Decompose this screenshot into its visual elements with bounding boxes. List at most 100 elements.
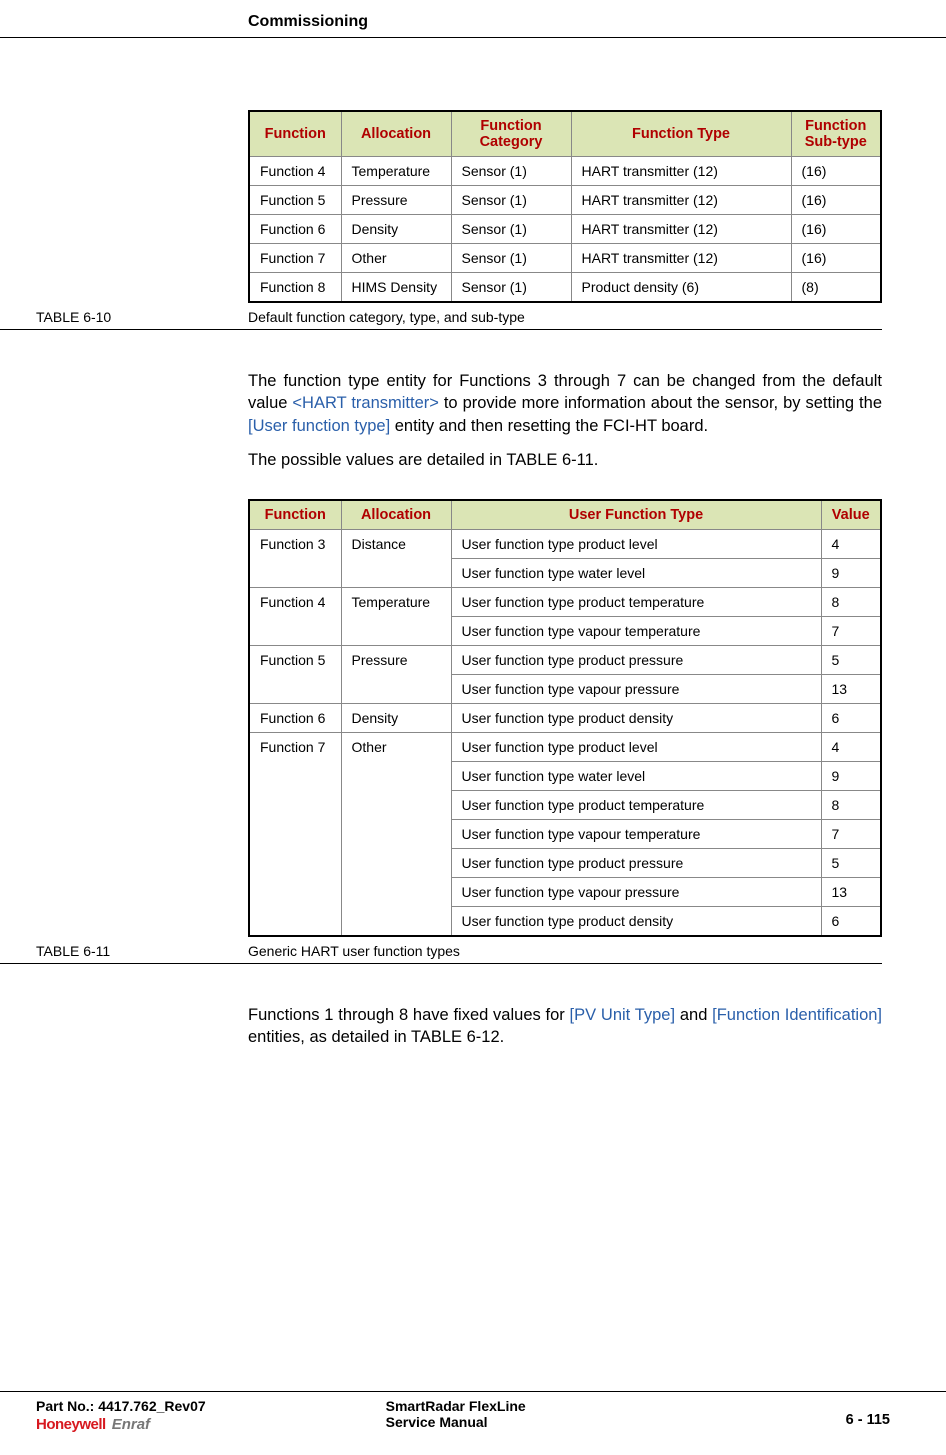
table-cell: Function 4 xyxy=(249,157,341,186)
text: and xyxy=(675,1006,712,1024)
table-cell: Temperature xyxy=(341,588,451,646)
table-cell: 4 xyxy=(821,733,881,762)
page-footer: Part No.: 4417.762_Rev07 Honeywell Enraf… xyxy=(0,1391,946,1455)
table-row: Function 7OtherUser function type produc… xyxy=(249,733,881,762)
table-cell: 13 xyxy=(821,675,881,704)
page-header: Commissioning xyxy=(248,13,946,31)
footer-left: Part No.: 4417.762_Rev07 Honeywell Enraf xyxy=(36,1398,206,1433)
table-cell: Function 6 xyxy=(249,215,341,244)
table-cell: User function type water level xyxy=(451,559,821,588)
table-caption: Default function category, type, and sub… xyxy=(248,309,882,325)
table-cell: Function 5 xyxy=(249,646,341,704)
table-cell: User function type product density xyxy=(451,907,821,937)
table-cell: Function 6 xyxy=(249,704,341,733)
table-cell: 9 xyxy=(821,559,881,588)
table-cell: 5 xyxy=(821,849,881,878)
text: entity and then resetting the FCI-HT boa… xyxy=(390,417,708,435)
table-cell: 8 xyxy=(821,588,881,617)
table-cell: User function type product temperature xyxy=(451,588,821,617)
table-cell: Function 8 xyxy=(249,273,341,303)
table-cell: Density xyxy=(341,704,451,733)
table-cell: Temperature xyxy=(341,157,451,186)
table-cell: 6 xyxy=(821,704,881,733)
th-function: Function xyxy=(249,111,341,157)
table-6-10-caption-row: TABLE 6-10 Default function category, ty… xyxy=(248,309,882,330)
table-cell: 7 xyxy=(821,617,881,646)
table-row: Function 5PressureSensor (1)HART transmi… xyxy=(249,186,881,215)
table-cell: User function type product pressure xyxy=(451,646,821,675)
table-row: Function 4TemperatureSensor (1)HART tran… xyxy=(249,157,881,186)
table-row: Function 6DensityUser function type prod… xyxy=(249,704,881,733)
table-cell: User function type product pressure xyxy=(451,849,821,878)
page-number: 6 - 115 xyxy=(846,1398,890,1428)
table-cell: (16) xyxy=(791,157,881,186)
table-6-10: Function Allocation Function Category Fu… xyxy=(248,110,882,303)
table-cell: Sensor (1) xyxy=(451,273,571,303)
table-cell: 7 xyxy=(821,820,881,849)
table-cell: Sensor (1) xyxy=(451,215,571,244)
table-cell: Function 4 xyxy=(249,588,341,646)
table-cell: User function type product temperature xyxy=(451,791,821,820)
table-row: Function 3DistanceUser function type pro… xyxy=(249,530,881,559)
table-row: Function 4TemperatureUser function type … xyxy=(249,588,881,617)
table-cell: HART transmitter (12) xyxy=(571,186,791,215)
table-cell: User function type water level xyxy=(451,762,821,791)
entity-pv-unit-type: [PV Unit Type] xyxy=(570,1006,676,1024)
table-cell: 9 xyxy=(821,762,881,791)
manual-title-1: SmartRadar FlexLine xyxy=(386,1398,526,1414)
table-row: Function 8HIMS DensitySensor (1)Product … xyxy=(249,273,881,303)
table-caption: Generic HART user function types xyxy=(248,943,882,959)
table-cell: Pressure xyxy=(341,186,451,215)
table-cell: (16) xyxy=(791,244,881,273)
table-cell: Function 7 xyxy=(249,244,341,273)
table-cell: User function type vapour pressure xyxy=(451,878,821,907)
table-cell: 4 xyxy=(821,530,881,559)
table-cell: Other xyxy=(341,244,451,273)
table-cell: Sensor (1) xyxy=(451,186,571,215)
th-allocation: Allocation xyxy=(341,111,451,157)
table-cell: Sensor (1) xyxy=(451,157,571,186)
footer-center: SmartRadar FlexLine Service Manual xyxy=(386,1398,526,1430)
table-6-11-caption-row: TABLE 6-11 Generic HART user function ty… xyxy=(248,943,882,964)
table-cell: 6 xyxy=(821,907,881,937)
table-cell: Sensor (1) xyxy=(451,244,571,273)
table-cell: HART transmitter (12) xyxy=(571,215,791,244)
manual-title-2: Service Manual xyxy=(386,1414,526,1430)
table-cell: Function 7 xyxy=(249,733,341,937)
table-number: TABLE 6-11 xyxy=(36,943,110,959)
table-cell: (16) xyxy=(791,215,881,244)
th-function: Function xyxy=(249,500,341,530)
th-type: Function Type xyxy=(571,111,791,157)
table-cell: 8 xyxy=(821,791,881,820)
th-category: Function Category xyxy=(451,111,571,157)
entity-user-function-type: [User function type] xyxy=(248,417,390,435)
th-value: Value xyxy=(821,500,881,530)
enraf-logo: Enraf xyxy=(112,1416,150,1433)
table-cell: User function type product level xyxy=(451,733,821,762)
text: to provide more information about the se… xyxy=(439,394,882,412)
table-row: Function 5PressureUser function type pro… xyxy=(249,646,881,675)
table-cell: 5 xyxy=(821,646,881,675)
table-cell: Product density (6) xyxy=(571,273,791,303)
text: Functions 1 through 8 have fixed values … xyxy=(248,1006,570,1024)
table-cell: Pressure xyxy=(341,646,451,704)
table-cell: Function 3 xyxy=(249,530,341,588)
text: entities, as detailed in TABLE 6-12. xyxy=(248,1028,504,1046)
table-row: Function 6DensitySensor (1)HART transmit… xyxy=(249,215,881,244)
honeywell-logo: Honeywell xyxy=(36,1416,106,1433)
table-cell: Distance xyxy=(341,530,451,588)
paragraph-1: The function type entity for Functions 3… xyxy=(248,370,882,437)
header-rule xyxy=(0,37,946,38)
table-6-11: Function Allocation User Function Type V… xyxy=(248,499,882,937)
table-cell: User function type vapour temperature xyxy=(451,617,821,646)
th-allocation: Allocation xyxy=(341,500,451,530)
part-number: Part No.: 4417.762_Rev07 xyxy=(36,1398,206,1414)
table-cell: (16) xyxy=(791,186,881,215)
th-user-function-type: User Function Type xyxy=(451,500,821,530)
entity-function-identification: [Function Identification] xyxy=(712,1006,882,1024)
table-cell: HART transmitter (12) xyxy=(571,157,791,186)
table-cell: User function type vapour pressure xyxy=(451,675,821,704)
table-cell: HART transmitter (12) xyxy=(571,244,791,273)
table-cell: User function type product density xyxy=(451,704,821,733)
logo: Honeywell Enraf xyxy=(36,1416,206,1433)
